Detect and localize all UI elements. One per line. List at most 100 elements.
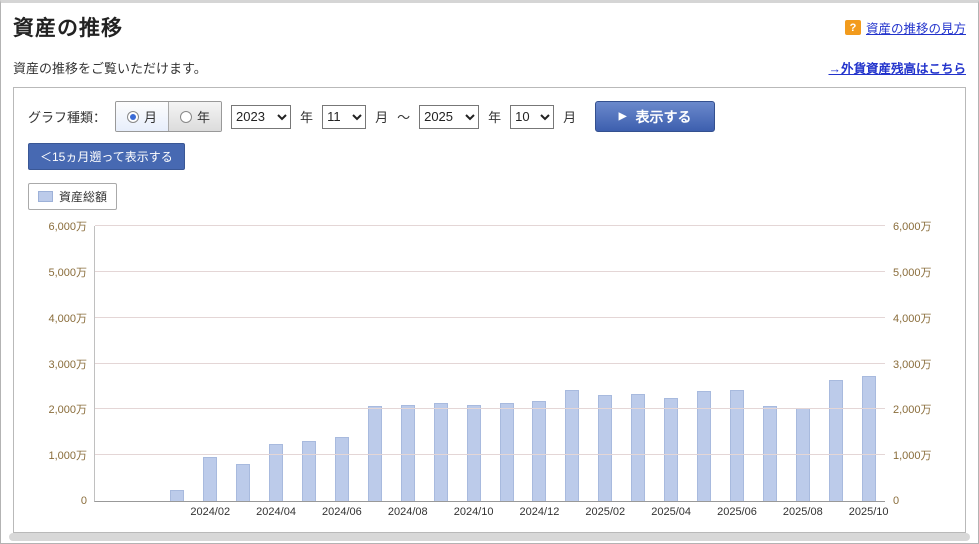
bar <box>269 443 284 501</box>
x-axis-label: 2025/10 <box>848 506 889 518</box>
to-year-select[interactable]: 2025 <box>419 104 480 129</box>
y-axis-label-right: 1,000万 <box>893 450 932 463</box>
range-separator: ～ <box>397 110 411 125</box>
gridline <box>95 270 885 272</box>
y-axis-label-left: 2,000万 <box>48 404 87 417</box>
y-axis-label-left: 5,000万 <box>48 266 87 279</box>
play-icon: ▶ <box>618 110 627 122</box>
back-15-months-button[interactable]: ＜15ヵ月遡って表示する <box>28 143 185 170</box>
bar-slot: 2024/04 <box>256 226 296 518</box>
to-month-unit: 月 <box>563 110 577 125</box>
bar <box>400 404 415 501</box>
bar-slot <box>293 226 326 501</box>
bar <box>532 401 547 501</box>
x-axis-label: 2024/10 <box>453 506 494 518</box>
bar-slot <box>128 226 161 501</box>
bar <box>203 457 218 501</box>
y-axis-label-right: 2,000万 <box>893 404 932 417</box>
radio-selected-icon <box>127 110 140 123</box>
bar-slot <box>161 226 194 501</box>
bar <box>664 398 679 501</box>
bar-slot: 2025/06 <box>717 226 757 518</box>
x-axis-label: 2025/08 <box>782 506 823 518</box>
bar-slot: 2025/02 <box>585 226 625 518</box>
bar <box>301 441 316 501</box>
gridline <box>95 316 885 318</box>
from-month-unit: 月 <box>375 110 389 125</box>
bar <box>729 389 744 501</box>
chart-bars: 2024/02 2024/04 2024/06 2024/08 2024/10 2024/… <box>95 226 889 518</box>
show-button[interactable]: ▶ 表示する <box>595 101 716 132</box>
bar-slot <box>95 226 128 501</box>
to-year-unit: 年 <box>488 110 502 125</box>
bar-slot: 2025/04 <box>651 226 691 518</box>
radio-unselected-icon <box>180 110 193 123</box>
y-axis-label-right: 4,000万 <box>893 312 932 325</box>
bar-slot <box>688 226 721 501</box>
question-icon[interactable]: ? <box>844 20 861 35</box>
x-axis-label: 2025/06 <box>717 506 757 518</box>
y-axis-label-left: 0 <box>80 495 87 507</box>
x-axis-label: 2024/04 <box>256 506 296 518</box>
bar-slot <box>424 226 457 501</box>
gridline <box>95 454 885 456</box>
bar <box>565 389 580 501</box>
radio-year[interactable]: 年 <box>169 102 222 131</box>
radio-month-label: 月 <box>144 110 158 125</box>
y-axis-label-left: 6,000万 <box>48 221 87 233</box>
y-axis-label-right: 0 <box>893 495 900 507</box>
bar-slot <box>819 226 852 501</box>
x-axis-label: 2024/02 <box>190 506 231 518</box>
legend: 資産総額 <box>28 183 118 210</box>
bar <box>598 394 613 501</box>
bar-slot <box>753 226 786 501</box>
bar-slot: 2024/10 <box>454 226 493 518</box>
radio-year-label: 年 <box>197 110 211 125</box>
header: 資産の推移 ? 資産の推移の見方 <box>13 12 966 42</box>
to-month-select[interactable]: 10 <box>510 104 555 129</box>
bar <box>334 436 349 501</box>
x-axis-label: 2024/08 <box>387 506 428 518</box>
bar-slot <box>490 226 523 501</box>
y-axis-label-right: 3,000万 <box>893 358 932 371</box>
bar-slot: 2025/08 <box>783 226 823 518</box>
bar <box>828 379 843 501</box>
from-month-select[interactable]: 11 <box>322 104 367 129</box>
gridline <box>95 225 885 226</box>
help-link[interactable]: 資産の推移の見方 <box>866 18 966 37</box>
horizontal-scrollbar[interactable] <box>9 533 970 541</box>
legend-label: 資産総額 <box>59 190 108 204</box>
chart-panel: グラフ種類： 月 年 2023 年 11 月 ～ 2025 年 10 月 ▶ 表… <box>13 87 966 533</box>
bar-slot: 2024/06 <box>322 226 362 518</box>
page: 資産の推移 ? 資産の推移の見方 資産の推移をご覧いただけます。 →外貨資産残高… <box>0 0 979 544</box>
bar <box>236 464 251 501</box>
from-year-select[interactable]: 2023 <box>231 104 292 129</box>
bar-slot: 2024/08 <box>388 226 428 518</box>
asset-chart: 2024/02 2024/04 2024/06 2024/08 2024/10 2024/… <box>48 221 931 518</box>
y-axis-label-left: 1,000万 <box>48 450 87 463</box>
bar <box>631 393 646 501</box>
graph-type-label: グラフ種類： <box>28 110 107 125</box>
x-axis-label: 2025/02 <box>585 506 626 518</box>
radio-month[interactable]: 月 <box>116 102 170 131</box>
help-area: ? 資産の推移の見方 <box>844 18 966 37</box>
gridline <box>95 362 885 364</box>
bar-slot <box>227 226 260 501</box>
bar-slot: 2025/10 <box>849 226 889 518</box>
y-axis-label-left: 3,000万 <box>48 358 87 371</box>
controls-row: グラフ種類： 月 年 2023 年 11 月 ～ 2025 年 10 月 ▶ 表… <box>28 101 951 132</box>
legend-swatch <box>38 191 53 202</box>
bar-slot <box>358 226 391 501</box>
x-axis-label: 2024/12 <box>519 506 560 518</box>
description-row: 資産の推移をご覧いただけます。 →外貨資産残高はこちら <box>13 58 966 77</box>
x-axis-label: 2024/06 <box>322 506 362 518</box>
page-title: 資産の推移 <box>13 17 123 40</box>
bar-slot <box>622 226 655 501</box>
bar <box>433 403 448 501</box>
graph-type-radio-group: 月 年 <box>115 101 223 132</box>
foreign-assets-link[interactable]: →外貨資産残高はこちら <box>828 58 966 77</box>
bar <box>861 376 876 501</box>
bar-slot <box>556 226 589 501</box>
y-axis-label-right: 5,000万 <box>893 266 932 279</box>
chart-plot: 2024/02 2024/04 2024/06 2024/08 2024/10 2024/… <box>48 221 931 518</box>
